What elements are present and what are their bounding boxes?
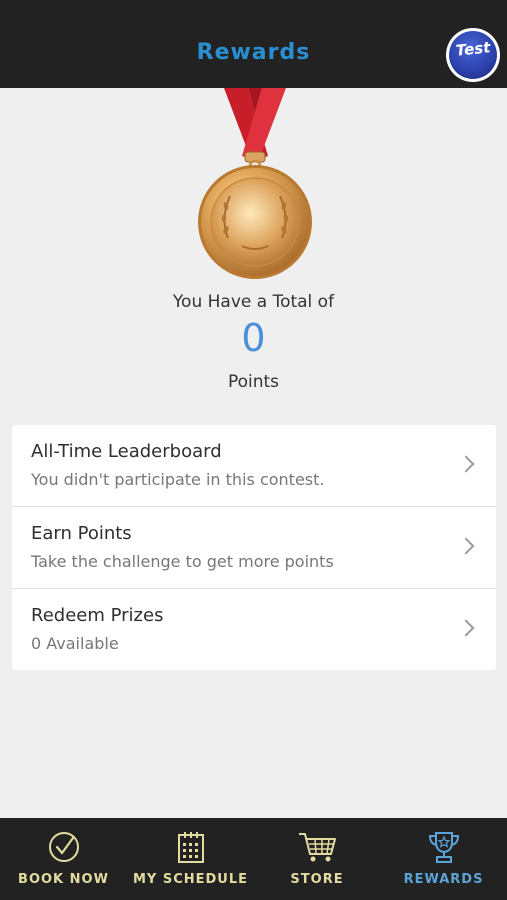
- tab-label: STORE: [290, 872, 344, 887]
- chevron-right-icon: [457, 537, 475, 555]
- menu-item-subtitle: 0 Available: [31, 634, 119, 653]
- menu-item-title: Redeem Prizes: [31, 605, 164, 626]
- menu-item-subtitle: Take the challenge to get more points: [31, 552, 334, 571]
- points-unit-label: Points: [227, 372, 280, 392]
- medal-icon: [190, 88, 320, 288]
- tab-book-now[interactable]: BOOK NOW: [0, 818, 127, 900]
- menu-item-subtitle: You didn't participate in this contest.: [31, 470, 325, 489]
- avatar-image: Test: [449, 31, 497, 79]
- check-circle-icon: [47, 830, 81, 868]
- cart-icon: [297, 830, 337, 868]
- header-bar: Rewards Test: [0, 0, 507, 88]
- menu-item-leaderboard[interactable]: All-Time Leaderboard You didn't particip…: [12, 425, 496, 507]
- menu-item-redeem-prizes[interactable]: Redeem Prizes 0 Available: [12, 589, 496, 671]
- tab-label: BOOK NOW: [18, 872, 109, 887]
- rewards-menu: All-Time Leaderboard You didn't particip…: [12, 425, 496, 670]
- avatar-text: Test: [454, 38, 492, 60]
- chevron-right-icon: [457, 455, 475, 473]
- bottom-tab-bar: BOOK NOW MY SCHEDULE STORE REWARDS: [0, 818, 507, 900]
- menu-item-title: Earn Points: [31, 523, 132, 544]
- page-title: Rewards: [196, 40, 311, 65]
- tab-my-schedule[interactable]: MY SCHEDULE: [127, 818, 254, 900]
- menu-item-title: All-Time Leaderboard: [31, 441, 222, 462]
- points-total-label: You Have a Total of: [172, 292, 335, 312]
- tab-label: MY SCHEDULE: [132, 872, 249, 887]
- tab-store[interactable]: STORE: [254, 818, 380, 900]
- chevron-right-icon: [457, 619, 475, 637]
- calendar-icon: [176, 830, 206, 868]
- points-value: 0: [241, 316, 266, 360]
- tab-rewards[interactable]: REWARDS: [380, 818, 507, 900]
- menu-item-earn-points[interactable]: Earn Points Take the challenge to get mo…: [12, 507, 496, 589]
- trophy-icon: [427, 830, 461, 868]
- tab-label: REWARDS: [403, 872, 484, 887]
- avatar[interactable]: Test: [446, 28, 500, 82]
